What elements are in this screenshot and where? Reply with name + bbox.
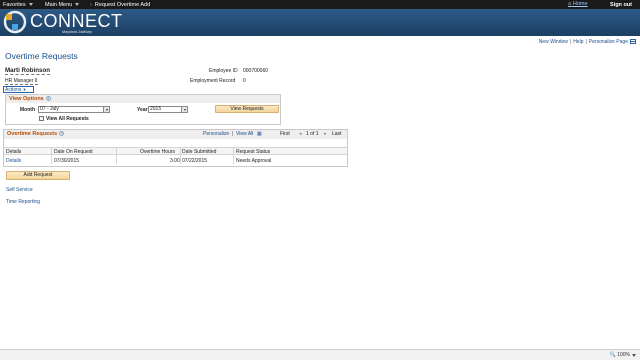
view-options-header: View Options?	[6, 95, 280, 103]
status-bar: 🔍 100%	[0, 349, 640, 360]
home-label: Home	[572, 1, 588, 7]
employee-name: Marti Robinson	[5, 67, 51, 75]
column-divider	[233, 147, 234, 164]
chevron-down-icon[interactable]	[632, 354, 636, 357]
row-request-status: Needs Approval	[236, 158, 272, 164]
zoom-control[interactable]: 🔍 100%	[610, 352, 630, 358]
previous-icon: ◂	[299, 131, 302, 137]
help-icon[interactable]: ?	[45, 96, 51, 102]
personalize-link[interactable]: Personalize	[203, 131, 229, 137]
column-header-date-submitted: Date Submitted	[182, 149, 217, 155]
employee-id-label: Employee ID	[209, 68, 238, 74]
column-divider	[116, 147, 117, 164]
breadcrumb-label: Request Overtime Add	[94, 1, 151, 8]
row-date-on-request: 07/30/2015	[54, 158, 80, 164]
chevron-down-icon	[181, 107, 187, 112]
grid-title: Overtime Requests	[7, 131, 58, 137]
row-details-link[interactable]: Details	[6, 158, 21, 164]
home-icon: ⌂	[568, 1, 572, 7]
column-divider	[180, 147, 181, 164]
chevron-down-icon	[75, 2, 80, 6]
last-link[interactable]: Last	[332, 131, 341, 137]
page-info: 1 of 1	[306, 131, 319, 137]
grid-export-icon[interactable]: ▦	[257, 131, 262, 137]
actions-label: Actions	[5, 87, 22, 93]
column-divider	[51, 147, 52, 164]
header-banner: CONNECT Maryland Judiciary	[0, 9, 640, 36]
next-icon: ▸	[324, 131, 327, 137]
sign-out-link[interactable]: Sign out	[610, 2, 632, 8]
page-title: Overtime Requests	[5, 51, 78, 61]
grid-separator: |	[232, 131, 234, 137]
column-header-overtime-hours: Overtime Hours	[140, 149, 176, 155]
time-reporting-link[interactable]: Time Reporting	[6, 199, 40, 205]
personalize-label: Personalize	[203, 131, 230, 137]
view-all-checkbox[interactable]	[39, 116, 44, 121]
view-all-label: View All Requests	[46, 116, 89, 122]
favorites-label: Favorites	[3, 1, 26, 8]
personalize-page-link[interactable]: Personalize Page	[589, 39, 628, 45]
year-select[interactable]: 2015	[148, 106, 188, 113]
main-menu[interactable]: Main Menu	[45, 1, 80, 8]
logo-subtitle: Maryland Judiciary	[62, 30, 92, 34]
month-value: 07 - July	[40, 106, 59, 112]
column-header-date-on-request: Date On Request	[54, 149, 93, 155]
employment-record-value: 0	[243, 78, 246, 84]
zoom-level: 100%	[617, 352, 630, 358]
month-select[interactable]: 07 - July	[38, 106, 110, 113]
year-value: 2015	[150, 106, 162, 112]
help-link[interactable]: Help	[573, 39, 583, 45]
chevron-down-icon	[28, 2, 33, 6]
self-service-link[interactable]: Self Service	[6, 187, 33, 193]
column-header-details: Details	[6, 149, 22, 155]
employee-id-value: 000700060	[243, 68, 269, 74]
row-overtime-hours: 3.00	[170, 158, 180, 164]
zoom-icon: 🔍	[609, 352, 616, 358]
favorites-menu[interactable]: Favorites	[3, 2, 33, 8]
view-all-label: View All	[236, 131, 254, 137]
main-menu-label: Main Menu	[45, 1, 73, 8]
row-date-submitted: 07/22/2015	[182, 158, 208, 164]
column-header-request-status: Request Status	[236, 149, 271, 155]
actions-menu[interactable]: Actions ▼	[3, 86, 34, 93]
employment-record-label: Employment Record	[190, 78, 236, 84]
connect-logo-icon	[2, 10, 28, 34]
grid-header: Overtime Requests?	[4, 130, 347, 139]
logo-text: CONNECT	[30, 11, 123, 31]
view-options-panel: View Options? Month 07 - July Year 2015 …	[5, 94, 281, 125]
overtime-grid: Overtime Requests? Personalize | View Al…	[3, 129, 348, 167]
help-icon[interactable]: ?	[59, 131, 65, 137]
page-options-icon[interactable]	[630, 39, 636, 45]
chevron-down-icon: ▼	[21, 87, 27, 92]
top-nav-bar: Favorites Main Menu › Request Overtime Ad…	[0, 0, 640, 9]
year-label: Year	[137, 107, 148, 113]
employee-role: HR Manager II	[5, 78, 38, 85]
utility-links: New Window | Help | Personalize Page	[539, 39, 636, 45]
breadcrumb-separator-icon: ›	[90, 1, 92, 8]
first-link[interactable]: First	[280, 131, 290, 137]
breadcrumb[interactable]: › Request Overtime Add	[90, 2, 150, 8]
view-requests-button[interactable]: View Requests	[215, 105, 279, 113]
month-label: Month	[20, 107, 35, 113]
add-request-button[interactable]: Add Request	[6, 171, 70, 180]
view-options-title: View Options	[9, 96, 44, 102]
new-window-link[interactable]: New Window	[539, 39, 568, 45]
home-link[interactable]: ⌂ Home	[568, 1, 588, 7]
chevron-down-icon	[103, 107, 109, 112]
view-all-link[interactable]: View All	[236, 131, 253, 137]
